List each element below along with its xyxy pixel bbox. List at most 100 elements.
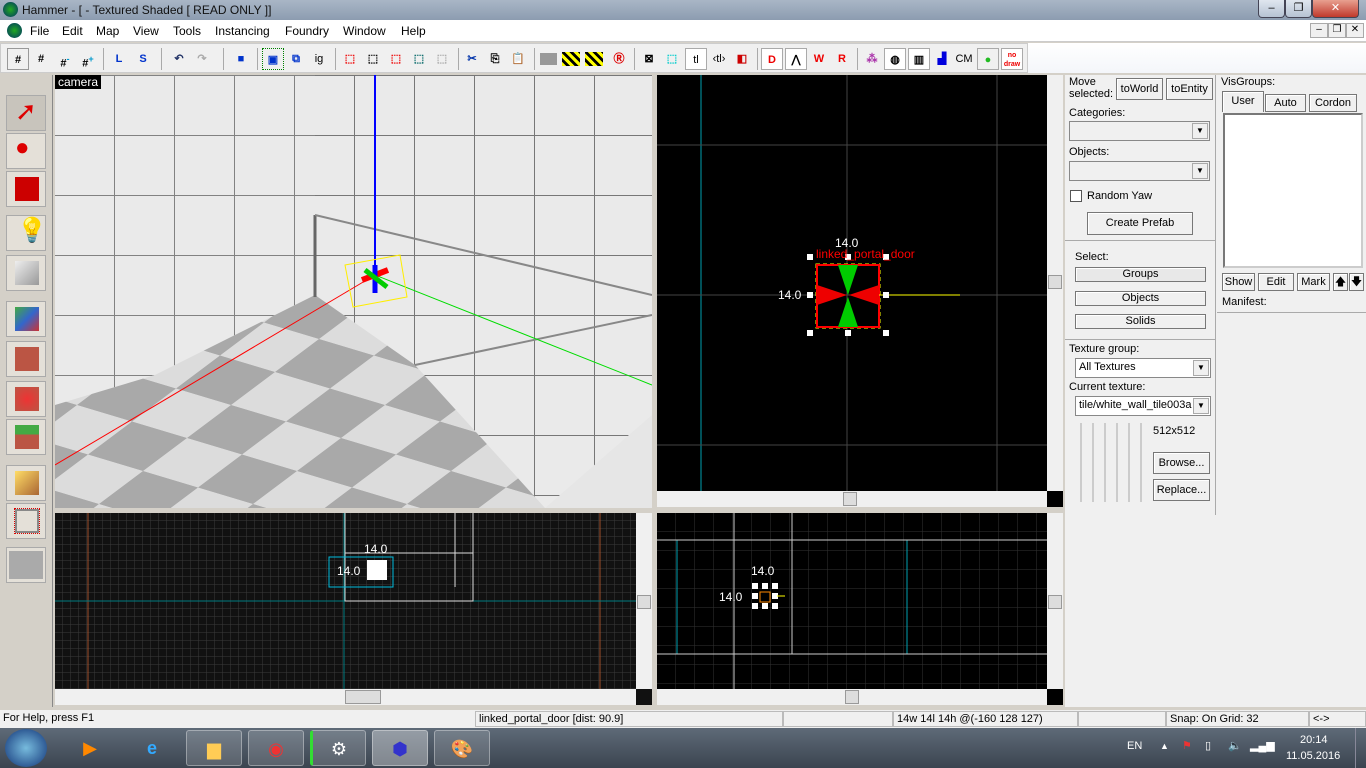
categories-dropdown[interactable]: ▼ xyxy=(1069,121,1210,141)
dr-tool-icon[interactable]: R xyxy=(831,48,853,70)
close-button[interactable]: ✕ xyxy=(1312,0,1359,18)
horizontal-scrollbar[interactable] xyxy=(657,689,1047,705)
texture-preview[interactable] xyxy=(1075,423,1148,502)
select-by-handles-icon[interactable]: ⬚ xyxy=(661,48,683,70)
signal-icon[interactable]: ▂▄▆ xyxy=(1250,739,1275,752)
texture-application-gray-icon[interactable] xyxy=(540,53,557,65)
grid-smaller-icon[interactable]: #- xyxy=(54,48,76,70)
entity-tool-icon[interactable]: 💡 xyxy=(6,215,47,251)
horizontal-scrollbar[interactable] xyxy=(55,689,636,705)
vertical-scrollbar[interactable] xyxy=(636,513,652,689)
vertex-tool-icon[interactable] xyxy=(6,503,46,539)
decal-tool-icon[interactable] xyxy=(6,381,46,417)
magnify-tool-icon[interactable]: ● xyxy=(6,133,46,169)
visgroups-list[interactable] xyxy=(1223,113,1363,268)
vertical-scrollbar[interactable] xyxy=(1047,75,1063,491)
network-error-icon[interactable]: ⚑ xyxy=(1182,739,1192,752)
menu-foundry[interactable]: Foundry xyxy=(285,24,329,38)
cubemap-icon[interactable]: CM xyxy=(952,48,976,70)
hide-all-icon[interactable]: ⬚ xyxy=(408,48,430,70)
grid-toggle-icon[interactable]: # xyxy=(7,48,29,70)
mdi-close-button[interactable]: ✕ xyxy=(1346,23,1364,38)
menu-help[interactable]: Help xyxy=(401,24,426,38)
manifest-list[interactable] xyxy=(1217,313,1366,707)
to-entity-button[interactable]: toEntity xyxy=(1166,78,1213,100)
texture-align-icon[interactable]: ‹tl› xyxy=(708,48,730,70)
leaf-icon[interactable]: ● xyxy=(977,48,999,70)
carve-icon[interactable]: ■ xyxy=(230,48,252,70)
clipping-tool-icon[interactable] xyxy=(6,465,46,501)
flip-icon[interactable]: ◧ xyxy=(731,48,753,70)
menu-file[interactable]: File xyxy=(30,24,49,38)
selection-tool-icon[interactable]: ➚ xyxy=(6,95,46,131)
minimize-button[interactable]: – xyxy=(1258,0,1285,18)
maximize-button[interactable]: ❐ xyxy=(1285,0,1312,18)
clock-time[interactable]: 20:14 xyxy=(1300,734,1328,746)
3d-grid-icon[interactable]: # xyxy=(30,48,52,70)
brush-icon[interactable]: ⁂ xyxy=(861,48,883,70)
vertical-scrollbar[interactable] xyxy=(1047,513,1063,689)
block-tool-icon[interactable] xyxy=(6,255,46,291)
nodraw-icon[interactable]: no draw xyxy=(1001,48,1023,70)
replace-button[interactable]: Replace... xyxy=(1153,479,1210,501)
ungroup-icon[interactable]: ⧉ xyxy=(285,48,307,70)
texture-group-dropdown[interactable]: All Textures ▼ xyxy=(1075,358,1211,378)
group-icon[interactable]: ▣ xyxy=(262,48,284,70)
mdi-restore-button[interactable]: ❐ xyxy=(1328,23,1346,38)
select-solids-button[interactable]: Solids xyxy=(1075,314,1206,329)
w-tool-icon[interactable]: W xyxy=(808,48,830,70)
hammer-taskbar-icon[interactable]: ⬢ xyxy=(372,730,428,766)
cut-icon[interactable]: ✂ xyxy=(461,48,483,70)
overlay-tool-icon[interactable] xyxy=(6,419,46,455)
top-2d-viewport[interactable]: 14.0 linked_portal_door 14.0 xyxy=(657,75,1063,507)
texture-lock-icon[interactable] xyxy=(562,52,580,66)
copy-icon[interactable]: ⎘ xyxy=(484,48,506,70)
grid-larger-icon[interactable]: #+ xyxy=(77,48,99,70)
hide-unselected-icon[interactable]: ⬚ xyxy=(362,48,384,70)
hide-selected-icon[interactable]: ⬚ xyxy=(339,48,361,70)
model-icon[interactable]: ▥ xyxy=(908,48,930,70)
texture-tool-icon[interactable] xyxy=(6,301,46,337)
selection-bbox-icon[interactable]: ⊠ xyxy=(638,48,660,70)
move-down-button[interactable]: 🡇 xyxy=(1349,273,1364,291)
show-button[interactable]: Show xyxy=(1222,273,1255,291)
path-tool-icon[interactable] xyxy=(6,547,46,583)
redo-icon[interactable]: ↷ xyxy=(191,48,213,70)
create-prefab-button[interactable]: Create Prefab xyxy=(1087,212,1193,235)
3d-tool-icon[interactable]: ⋀ xyxy=(785,48,807,70)
load-window-state-icon[interactable]: L xyxy=(108,48,130,70)
objects-dropdown[interactable]: ▼ xyxy=(1069,161,1210,181)
menu-instancing[interactable]: Instancing xyxy=(215,24,270,38)
show-desktop-button[interactable] xyxy=(1355,728,1366,768)
menu-tools[interactable]: Tools xyxy=(173,24,201,38)
start-button[interactable] xyxy=(5,729,47,767)
mark-button[interactable]: Mark xyxy=(1297,273,1330,291)
menu-view[interactable]: View xyxy=(133,24,159,38)
tab-auto[interactable]: Auto xyxy=(1265,94,1306,112)
apply-texture-tool-icon[interactable] xyxy=(6,341,46,377)
ignore-groups-icon[interactable]: ig xyxy=(308,48,330,70)
show-hidden-icon[interactable]: ⬚ xyxy=(385,48,407,70)
chrome-icon[interactable]: ◉ xyxy=(248,730,304,766)
select-objects-button[interactable]: Objects xyxy=(1075,291,1206,306)
paste-icon[interactable]: 📋 xyxy=(507,48,529,70)
to-world-button[interactable]: toWorld xyxy=(1116,78,1163,100)
show-all-icon[interactable]: ⬚ xyxy=(431,48,453,70)
document-icon[interactable] xyxy=(7,23,22,38)
texture-lock-scale-icon[interactable] xyxy=(585,52,603,66)
texture-lock-tl-icon[interactable]: tl xyxy=(685,48,707,70)
front-2d-viewport[interactable]: 14.0 14.0 xyxy=(657,513,1063,705)
overlay-icon[interactable]: ▟ xyxy=(931,48,953,70)
internet-explorer-icon[interactable]: e xyxy=(124,730,180,766)
save-window-state-icon[interactable]: S xyxy=(132,48,154,70)
camera-tool-icon[interactable] xyxy=(6,171,46,207)
mdi-minimize-button[interactable]: – xyxy=(1310,23,1328,38)
tab-cordon[interactable]: Cordon xyxy=(1309,94,1357,112)
horizontal-scrollbar[interactable] xyxy=(657,491,1047,507)
file-explorer-icon[interactable]: ▆ xyxy=(186,730,242,766)
menu-window[interactable]: Window xyxy=(343,24,386,38)
sphere-icon[interactable]: ◍ xyxy=(884,48,906,70)
current-texture-dropdown[interactable]: tile/white_wall_tile003a ▼ xyxy=(1075,396,1211,416)
language-indicator[interactable]: EN xyxy=(1127,740,1142,752)
camera-viewport[interactable]: camera xyxy=(55,75,652,508)
